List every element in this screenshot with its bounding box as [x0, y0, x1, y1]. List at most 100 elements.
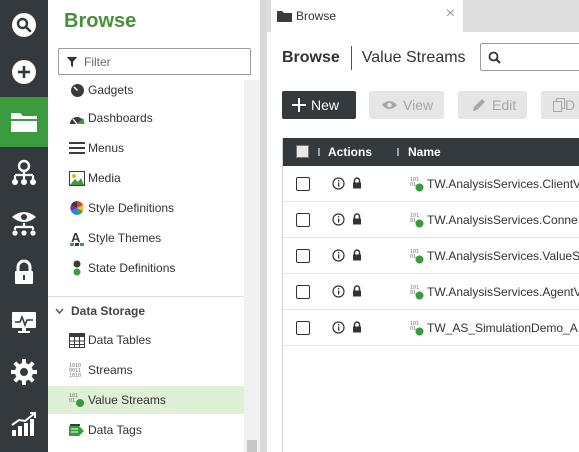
tree-item-dashboards[interactable]: Dashboards	[48, 104, 244, 132]
duplicate-label: D	[565, 97, 576, 113]
row-checkbox[interactable]	[296, 321, 310, 335]
new-button[interactable]	[0, 47, 48, 97]
info-icon[interactable]	[332, 177, 345, 190]
search-button[interactable]	[0, 0, 48, 50]
tree-item-streams[interactable]: 1010 0011 1010 Streams	[48, 356, 244, 384]
data-tags-icon	[69, 422, 85, 438]
value-stream-icon: 10101	[410, 249, 424, 264]
column-separator[interactable]	[397, 148, 399, 156]
streams-icon: 1010 0011 1010	[69, 362, 85, 378]
row-name-link[interactable]: TW.AnalysisServices.Conne	[427, 213, 578, 227]
row-name-link[interactable]: TW.AnalysisServices.AgentV	[427, 285, 579, 299]
row-checkbox[interactable]	[296, 285, 310, 299]
svg-text:A: A	[71, 230, 81, 245]
panel-splitter[interactable]	[260, 0, 267, 452]
row-checkbox[interactable]	[296, 177, 310, 191]
info-icon[interactable]	[332, 321, 345, 334]
tree-item-label: Menus	[88, 141, 125, 155]
tree-item-label: Style Themes	[88, 231, 162, 245]
tree-item-media[interactable]: Media	[48, 164, 244, 192]
browse-button[interactable]	[0, 97, 48, 147]
page-title: Value Streams	[361, 49, 466, 66]
table-row[interactable]: 101 01 TW.AnalysisServices.Conne	[283, 202, 579, 238]
monitor-button[interactable]	[0, 297, 48, 347]
grid-header: Actions Name	[283, 138, 579, 166]
security-button[interactable]	[0, 247, 48, 297]
plus-icon	[292, 98, 306, 112]
value-stream-icon: 10101	[410, 285, 424, 300]
svg-text:01: 01	[410, 182, 416, 188]
row-checkbox[interactable]	[296, 213, 310, 227]
style-themes-icon: A	[69, 230, 85, 246]
info-icon[interactable]	[332, 249, 345, 262]
tree-item-gadgets[interactable]: Gadgets	[48, 80, 244, 104]
tree-item-label: Data Tables	[88, 333, 152, 347]
row-name-link[interactable]: TW.AnalysisServices.ClientV	[427, 177, 579, 191]
add-icon	[12, 60, 36, 84]
tree-item-state-definitions[interactable]: State Definitions	[48, 254, 244, 282]
main-content: Browse × Browse Value Streams New View E…	[267, 0, 579, 452]
breadcrumb-section[interactable]: Browse	[282, 49, 340, 67]
style-definitions-icon	[69, 200, 85, 216]
table-row[interactable]: 101 01 TW.AnalysisServices.ValueS	[283, 238, 579, 274]
panel-scrollbar[interactable]	[244, 80, 260, 452]
tree-item-data-tags[interactable]: Data Tags	[48, 416, 244, 444]
modeling-button[interactable]	[0, 147, 48, 197]
select-all-checkbox[interactable]	[296, 145, 309, 158]
table-row[interactable]: 101 01 TW_AS_SimulationDemo_A	[283, 310, 579, 346]
column-header-actions[interactable]: Actions	[328, 145, 372, 159]
close-icon[interactable]: ×	[446, 6, 455, 22]
filter-field[interactable]	[58, 48, 251, 75]
info-icon[interactable]	[332, 213, 345, 226]
filter-input[interactable]	[84, 54, 234, 69]
svg-text:01: 01	[410, 290, 416, 296]
tree-item-menus[interactable]: Menus	[48, 134, 244, 162]
scrollbar-thumb[interactable]	[247, 440, 257, 452]
search-icon	[12, 13, 36, 37]
view-button[interactable]: View	[369, 91, 444, 119]
dashboards-icon	[69, 110, 85, 126]
folder-icon	[11, 113, 37, 132]
lock-icon[interactable]	[352, 249, 362, 261]
search-field[interactable]	[480, 43, 579, 71]
lock-icon[interactable]	[352, 213, 362, 225]
tab-browse[interactable]: Browse ×	[271, 0, 463, 32]
folder-icon	[277, 11, 292, 22]
tree-item-value-streams[interactable]: 101 01 Value Streams	[48, 386, 244, 414]
state-definitions-icon	[69, 260, 85, 276]
dashboard-monitor-icon	[12, 312, 36, 333]
tree-item-style-themes[interactable]: A Style Themes	[48, 224, 244, 252]
tab-label: Browse	[296, 9, 337, 23]
breadcrumb: Browse Value Streams	[282, 46, 466, 70]
tree-item-style-definitions[interactable]: Style Definitions	[48, 194, 244, 222]
row-name-link[interactable]: TW_AS_SimulationDemo_A	[427, 321, 578, 335]
lock-icon[interactable]	[352, 321, 362, 333]
results-grid: Actions Name 101 01 TW.AnalysisServices.C…	[282, 138, 579, 452]
lock-icon[interactable]	[352, 177, 362, 189]
lock-icon[interactable]	[352, 285, 362, 297]
gadgets-icon	[69, 82, 85, 98]
column-header-name[interactable]: Name	[408, 145, 441, 159]
settings-button[interactable]	[0, 347, 48, 397]
value-streams-icon: 101 01	[69, 392, 85, 408]
tab-bar: Browse ×	[267, 0, 579, 32]
new-button[interactable]: New	[282, 91, 356, 119]
svg-text:01: 01	[410, 254, 416, 260]
monitoring-button[interactable]	[0, 197, 48, 247]
monitoring-icon	[12, 212, 36, 236]
svg-text:1010: 1010	[69, 373, 81, 378]
analytics-button[interactable]	[0, 399, 48, 449]
column-separator[interactable]	[318, 148, 320, 156]
table-row[interactable]: 101 01 TW.AnalysisServices.ClientV	[283, 166, 579, 202]
edit-button[interactable]: Edit	[458, 91, 527, 119]
group-data-storage[interactable]: Data Storage	[48, 296, 244, 324]
info-icon[interactable]	[332, 285, 345, 298]
hierarchy-icon	[12, 159, 36, 185]
duplicate-icon	[553, 98, 565, 112]
chevron-down-icon	[55, 308, 64, 314]
table-row[interactable]: 101 01 TW.AnalysisServices.AgentV	[283, 274, 579, 310]
row-checkbox[interactable]	[296, 249, 310, 263]
tree-item-data-tables[interactable]: Data Tables	[48, 326, 244, 354]
row-name-link[interactable]: TW.AnalysisServices.ValueS	[427, 249, 579, 263]
duplicate-button[interactable]: D	[541, 91, 579, 119]
